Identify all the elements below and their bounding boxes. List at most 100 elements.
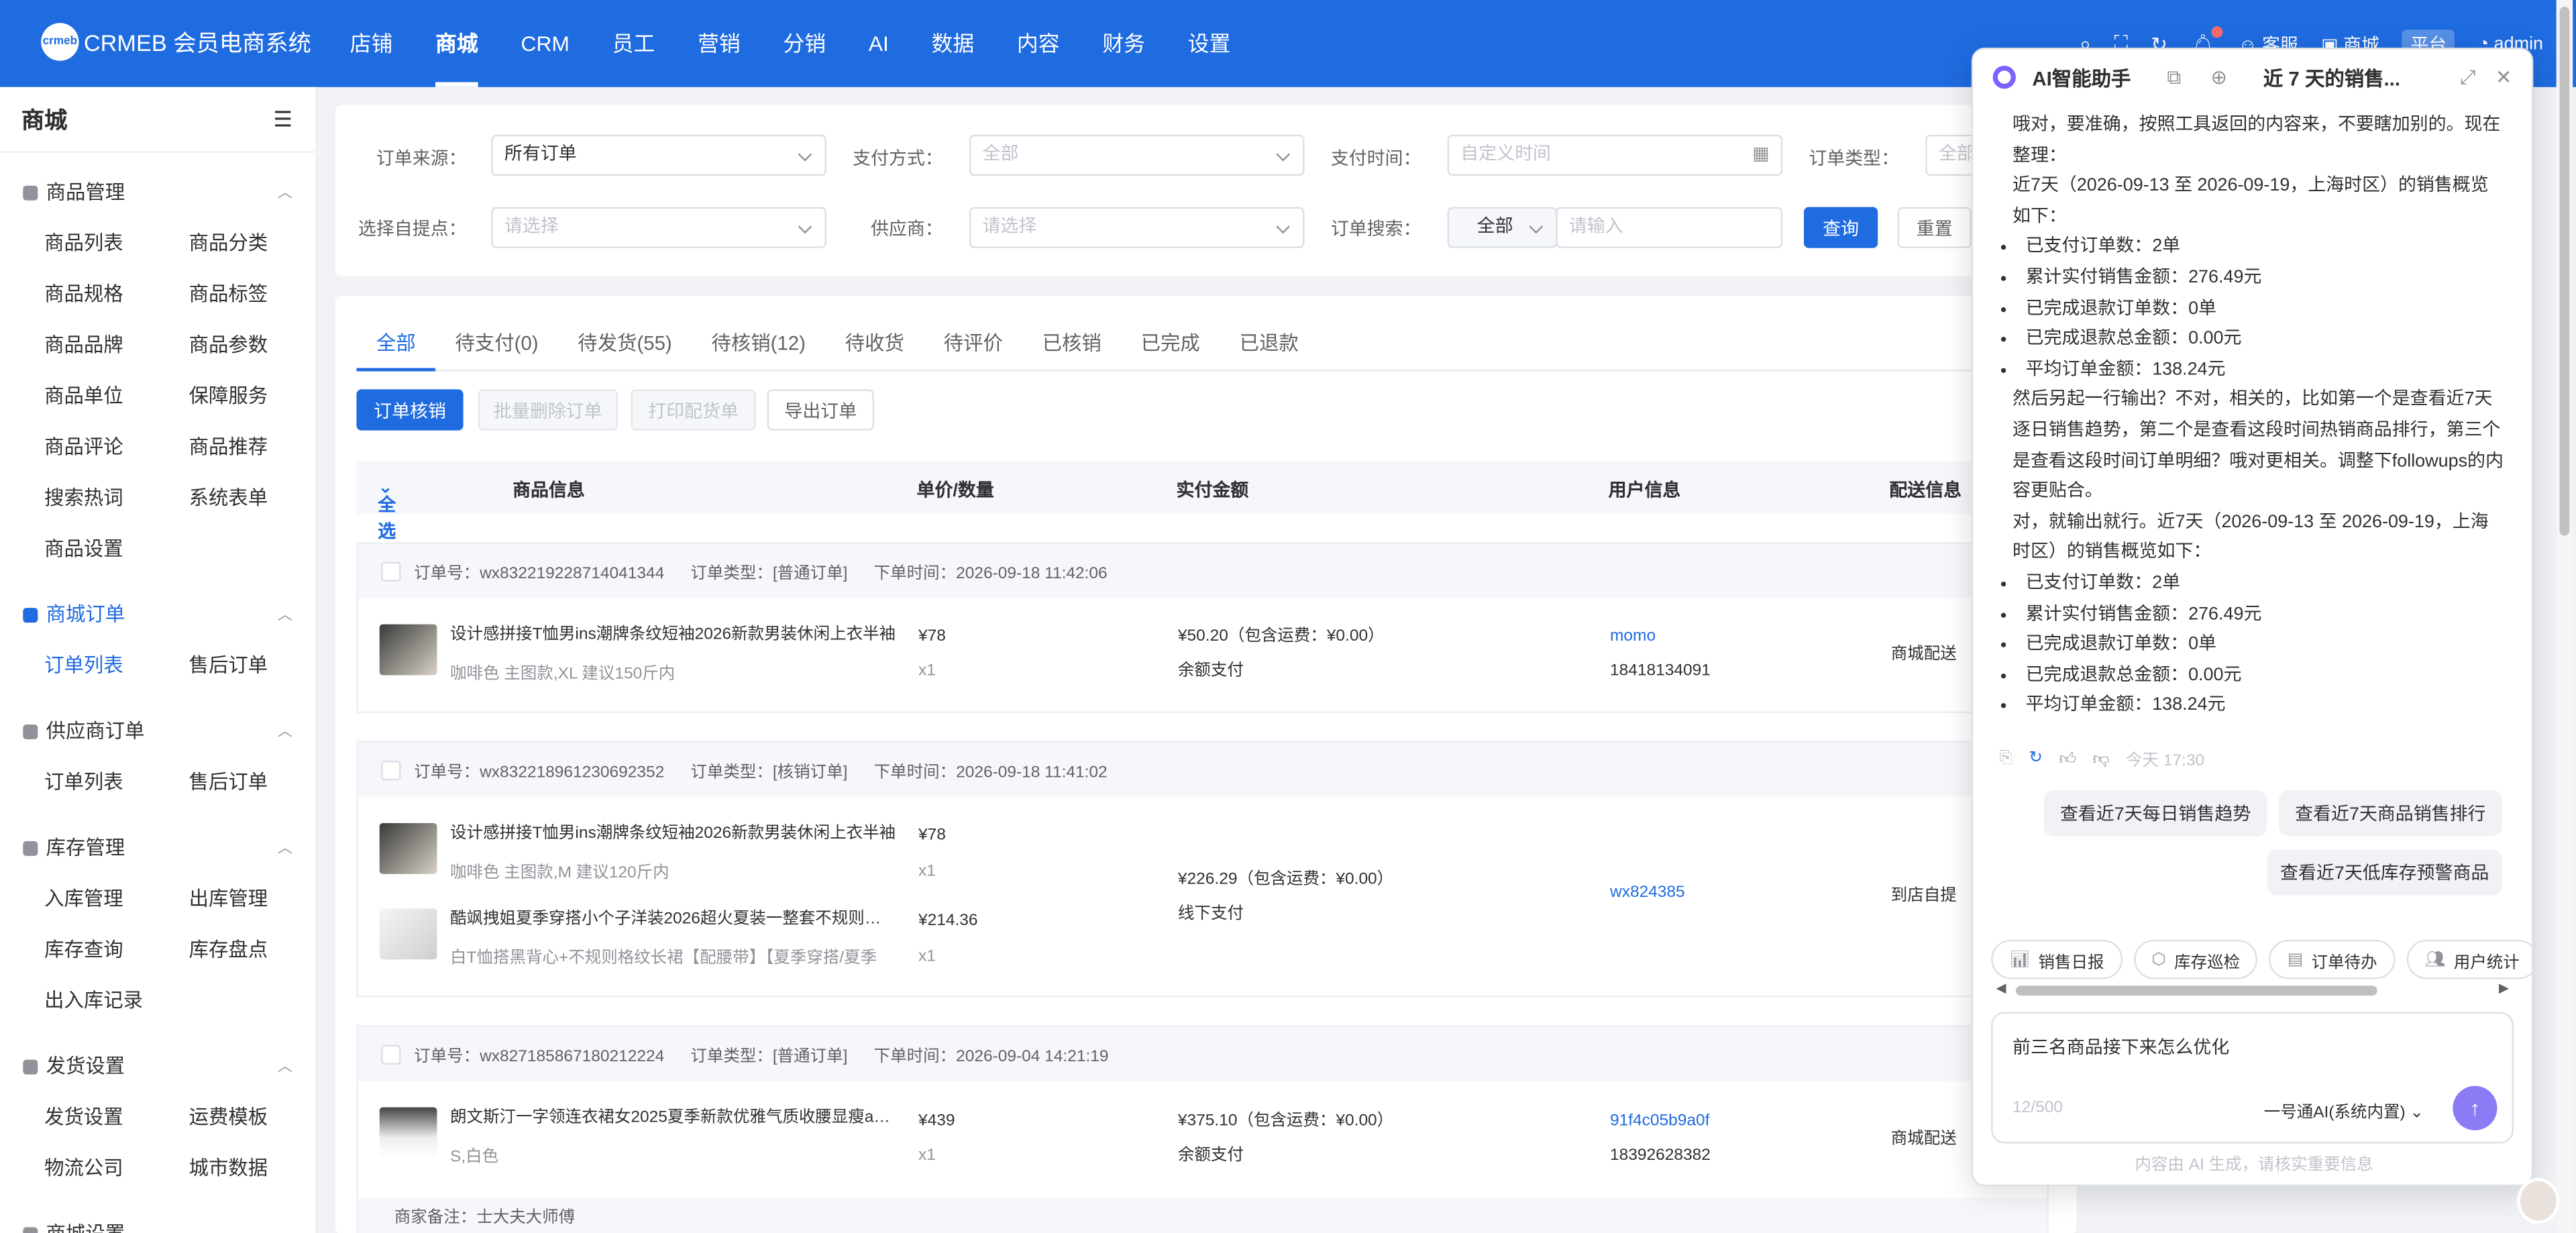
brand[interactable]: crmeb CRMEB 会员电商系统 [41,23,311,61]
sidebar-item[interactable]: 城市数据 [189,1144,316,1195]
tab-item[interactable]: 待评价 [924,325,1022,372]
user-link[interactable]: momo [1610,626,1656,649]
sidebar-item[interactable]: 商品设置 [44,524,189,575]
chat-history-icon[interactable]: ⧉ [2167,65,2181,90]
verify-order-button[interactable]: 订单核销 [356,389,464,431]
order-search-input[interactable]: 请输入 [1556,207,1783,248]
nav-item[interactable]: 营销 [676,0,761,87]
supplier-select[interactable]: 请选择 [969,207,1305,248]
expand-icon[interactable]: ⤢ [2460,65,2476,90]
page-scrollbar-thumb[interactable] [2559,6,2570,536]
tab-item[interactable]: 待核销(12) [692,325,825,372]
sidebar-item[interactable]: 保障服务 [189,371,316,422]
order-source-select[interactable]: 所有订单 [491,134,826,176]
sidebar-item[interactable]: 库存查询 [44,925,189,976]
quick-chip[interactable]: ⬡ 库存巡检 [2133,939,2258,979]
quick-chip[interactable]: 📊︎ 销售日报 [1991,939,2123,979]
product-item[interactable]: 设计感拼接T恤男ins潮牌条纹短袖2026新款男装休闲上衣半袖 咖啡色 主图款,X… [379,624,897,684]
user-link[interactable]: wx824385 [1610,882,1685,905]
reset-button[interactable]: 重置 [1897,207,1972,248]
sidebar-item[interactable]: 售后订单 [189,641,316,692]
export-orders-button[interactable]: 导出订单 [767,389,874,431]
sidebar-item[interactable]: 订单列表 [44,641,189,692]
sidebar-group[interactable]: 供应商订单 ︿ [0,702,315,757]
send-button[interactable]: ↑ [2453,1085,2498,1130]
nav-item[interactable]: 店铺 [329,0,414,87]
new-chat-icon[interactable]: ⊕ [2210,66,2227,89]
sidebar-item[interactable]: 发货设置 [44,1093,189,1144]
quick-chip[interactable]: ▤ 订单待办 [2269,939,2396,979]
nav-item[interactable]: 数据 [910,0,996,87]
nav-item[interactable]: 商城 [414,0,499,87]
sidebar-item[interactable]: 商品推荐 [189,422,316,473]
select-all-dropdown[interactable]: 全选(0) ⌄ [378,476,400,564]
batch-delete-button[interactable]: 批量删除订单 [478,389,618,431]
tab-item[interactable]: 已退款 [1220,325,1318,372]
chips-scrollbar[interactable] [2015,985,2377,996]
sidebar-item[interactable]: 商品列表 [44,219,189,270]
scroll-right-icon[interactable]: ▶ [2499,981,2509,996]
sidebar-item[interactable]: 商品分类 [189,219,316,270]
product-item[interactable]: 设计感拼接T恤男ins潮牌条纹短袖2026新款男装休闲上衣半袖 咖啡色 主图款,M… [379,822,897,882]
pickup-select[interactable]: 请选择 [491,207,826,248]
tab-item[interactable]: 待发货(55) [558,325,692,372]
sidebar-group[interactable]: 商品管理 ︿ [0,162,315,218]
nav-item[interactable]: AI [847,0,910,87]
suggestion-button[interactable]: 查看近7天每日销售趋势 [2043,790,2267,837]
nav-item[interactable]: 设置 [1167,0,1252,87]
sidebar-item[interactable]: 运费模板 [189,1093,316,1144]
sidebar-item[interactable]: 商品规格 [44,270,189,321]
sidebar-item[interactable]: 出库管理 [189,874,316,925]
sidebar-item[interactable]: 出入库记录 [44,976,189,1027]
nav-item[interactable]: 分销 [762,0,847,87]
sidebar-item[interactable]: 库存盘点 [189,925,316,976]
sidebar-item[interactable]: 系统表单 [189,473,316,524]
pay-method-select[interactable]: 全部 [969,134,1305,176]
suggestion-button[interactable]: 查看近7天低库存预警商品 [2267,849,2502,896]
sidebar-group[interactable]: 商城设置 ︿ [0,1204,315,1233]
sidebar-item[interactable]: 商品评论 [44,422,189,473]
sidebar-group[interactable]: 库存管理 ︿ [0,818,315,874]
nav-item[interactable]: CRM [500,0,591,87]
sidebar-item[interactable]: 入库管理 [44,874,189,925]
sidebar-group[interactable]: 发货设置 ︿ [0,1036,315,1092]
query-button[interactable]: 查询 [1804,207,1878,248]
tab-item[interactable]: 已完成 [1121,325,1220,372]
sidebar-item[interactable]: 商品品牌 [44,321,189,372]
sidebar-item[interactable]: 订单列表 [44,757,189,808]
order-checkbox[interactable] [381,759,401,780]
sidebar-item[interactable]: 商品标签 [189,270,316,321]
sidebar-group[interactable]: 商城订单 ︿ [0,585,315,641]
close-icon[interactable]: ✕ [2496,66,2512,89]
tab-item[interactable]: 全部 [356,325,436,372]
collapse-menu-icon[interactable]: ☰ [273,106,292,132]
scroll-left-icon[interactable]: ◀ [1996,981,2006,996]
nav-item[interactable]: 财务 [1081,0,1166,87]
floating-avatar[interactable] [2516,1177,2560,1224]
model-select[interactable]: 一号通AI(系统内置) ⌄ [2264,1097,2424,1122]
copy-icon[interactable]: ⎘ [1999,749,2012,767]
order-checkbox[interactable] [381,1044,401,1064]
sidebar-item[interactable]: 物流公司 [44,1144,189,1195]
print-picking-button[interactable]: 打印配货单 [631,389,756,431]
tab-item[interactable]: 待支付(0) [435,325,558,372]
product-item[interactable]: 酷飒拽姐夏季穿搭小个子洋装2026超火夏装一整套不规则拍照 白T恤搭黑背心+不规则… [379,908,897,967]
order-checkbox[interactable] [381,561,401,581]
sidebar-item[interactable]: 搜索热词 [44,473,189,524]
regenerate-icon[interactable]: ↻ [2029,749,2043,767]
search-scope-select[interactable]: 全部 [1447,207,1558,248]
quick-chip[interactable]: 👥︎ 用户统计 [2406,939,2532,979]
thumbs-up-icon[interactable]: 👍︎ [2059,749,2077,768]
sidebar-item[interactable]: 售后订单 [189,757,316,808]
sidebar-item[interactable]: 商品参数 [189,321,316,372]
nav-item[interactable]: 内容 [996,0,1081,87]
thumbs-down-icon[interactable]: 👎︎ [2093,749,2110,768]
product-item[interactable]: 朗文斯汀一字领连衣裙女2025夏季新款优雅气质收腰显瘦a字裙 S,白色 [379,1107,897,1167]
page-scrollbar[interactable] [2556,0,2573,1233]
suggestion-button[interactable]: 查看近7天商品销售排行 [2278,790,2502,837]
nav-item[interactable]: 员工 [591,0,676,87]
user-link[interactable]: 91f4c05b9a0f [1610,1111,1709,1134]
sidebar-item[interactable]: 商品单位 [44,371,189,422]
chat-input[interactable]: 前三名商品接下来怎么优化 [2012,1033,2229,1059]
tab-item[interactable]: 已核销 [1022,325,1121,372]
